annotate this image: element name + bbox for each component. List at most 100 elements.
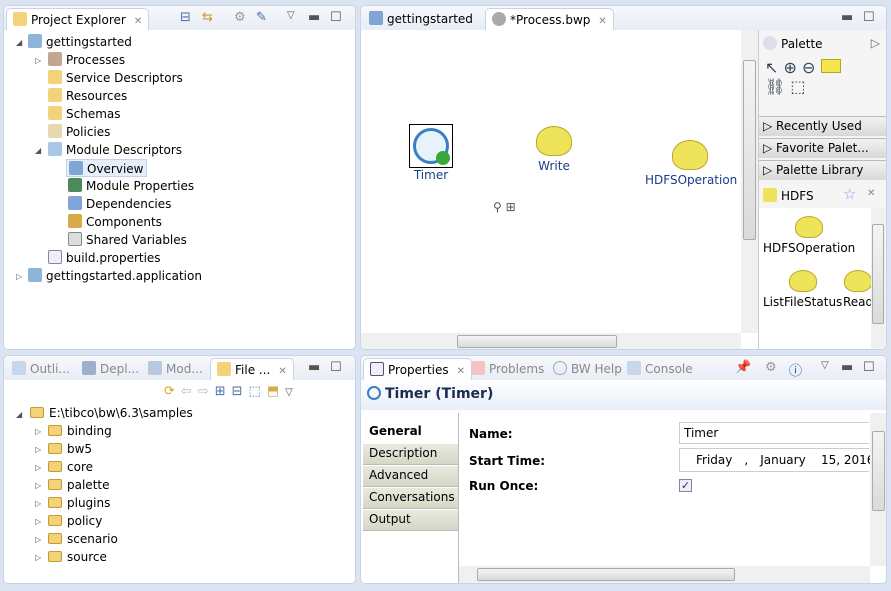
close-icon[interactable]: ✕ (867, 188, 875, 199)
palette-scrollbar[interactable] (871, 208, 885, 348)
activity-timer[interactable]: Timer (405, 124, 457, 182)
link-editor-icon[interactable]: ⇆ (202, 10, 213, 25)
collapse-all-icon[interactable]: ⊟ (180, 10, 191, 25)
select-tool-icon[interactable]: ↖ (765, 58, 778, 77)
drawer-palette-library[interactable]: ▷ Palette Library (759, 160, 886, 180)
activity-hdfsoperation[interactable]: HDFSOperation (645, 140, 737, 187)
zoom-in-icon[interactable]: ⊕ (784, 58, 797, 77)
tree-item-policies[interactable]: Policies (48, 123, 110, 141)
tree-item-dependencies[interactable]: Dependencies (68, 195, 171, 213)
day-field[interactable]: Friday (696, 453, 732, 467)
select-all-icon[interactable]: ⬚ (249, 384, 267, 399)
minimize-icon[interactable]: ▬ (308, 360, 320, 375)
help-icon[interactable]: ⓘ (789, 360, 802, 379)
tab-process-bwp[interactable]: *Process.bwp ✕ (485, 8, 614, 30)
palette-item-read[interactable]: Read (843, 270, 871, 309)
tab-module[interactable]: Mod... (142, 358, 209, 380)
marquee-icon[interactable]: ⬚ (790, 77, 805, 96)
close-icon[interactable]: ✕ (134, 16, 142, 27)
minimize-icon[interactable]: ▬ (841, 360, 853, 375)
view-menu-icon[interactable]: ▽ (287, 10, 295, 21)
collapsed-arrow-icon[interactable]: ▷ (16, 272, 22, 281)
properties-horizontal-scrollbar[interactable] (459, 566, 870, 583)
collapse-all-icon[interactable]: ⊟ (232, 384, 249, 399)
add-transition-icon[interactable]: ⚲ ⊞ (493, 200, 516, 214)
folder-item[interactable]: core (48, 458, 93, 476)
hdfs-group-header[interactable]: HDFS (763, 188, 814, 203)
expanded-arrow-icon[interactable]: ◢ (35, 146, 41, 155)
folder-item[interactable]: policy (48, 512, 102, 530)
collapsed-arrow-icon[interactable]: ▷ (35, 535, 41, 544)
close-icon[interactable]: ✕ (598, 16, 606, 27)
name-input[interactable]: Timer (679, 422, 869, 444)
section-description[interactable]: Description (363, 444, 458, 465)
folder-item[interactable]: plugins (48, 494, 110, 512)
month-field[interactable]: January (760, 453, 806, 467)
tab-deployment[interactable]: Depl... (76, 358, 145, 380)
palette-item-hdfsoperation[interactable]: HDFSOperation (763, 216, 855, 255)
tree-item-module-properties[interactable]: Module Properties (68, 177, 194, 195)
activity-write[interactable]: Write (529, 126, 579, 173)
open-folder-icon[interactable]: ⬒ (267, 384, 285, 399)
tree-item-application[interactable]: gettingstarted.application (28, 267, 202, 285)
collapsed-arrow-icon[interactable]: ▷ (35, 517, 41, 526)
maximize-icon[interactable]: ☐ (330, 10, 342, 25)
tree-item-components[interactable]: Components (68, 213, 162, 231)
flashlight-icon[interactable]: ✎ (256, 10, 267, 25)
properties-vertical-scrollbar[interactable] (870, 413, 886, 566)
folder-item[interactable]: scenario (48, 530, 118, 548)
section-output[interactable]: Output (363, 510, 458, 531)
collapsed-arrow-icon[interactable]: ▷ (35, 56, 41, 65)
folder-item[interactable]: palette (48, 476, 109, 494)
collapsed-arrow-icon[interactable]: ▷ (35, 463, 41, 472)
section-conversations[interactable]: Conversations (363, 488, 458, 509)
tree-item-module-descriptors[interactable]: Module Descriptors (48, 141, 182, 159)
drawer-favorite-palette[interactable]: ▷ Favorite Palet... (759, 138, 886, 158)
folder-root[interactable]: E:\tibco\bw\6.3\samples (30, 404, 193, 422)
canvas-vertical-scrollbar[interactable] (741, 30, 758, 333)
minimize-icon[interactable]: ▬ (308, 10, 320, 25)
view-menu-icon[interactable]: ▽ (285, 387, 299, 398)
tree-item-build-properties[interactable]: build.properties (48, 249, 161, 267)
tab-console[interactable]: Console (621, 358, 699, 380)
tab-outline[interactable]: Outli... (6, 358, 76, 380)
drawer-recently-used[interactable]: ▷ Recently Used (759, 116, 886, 136)
canvas-horizontal-scrollbar[interactable] (361, 333, 741, 349)
collapse-palette-icon[interactable]: ▷ (871, 36, 880, 50)
tab-problems[interactable]: Problems (465, 358, 550, 380)
collapsed-arrow-icon[interactable]: ▷ (35, 427, 41, 436)
collapsed-arrow-icon[interactable]: ▷ (35, 481, 41, 490)
tree-item-shared-variables[interactable]: Shared Variables (68, 231, 187, 249)
settings-icon[interactable]: ⚙ (765, 360, 777, 375)
folder-item[interactable]: source (48, 548, 107, 566)
tree-item-service-descriptors[interactable]: Service Descriptors (48, 69, 183, 87)
settings-icon[interactable]: ⚙ (234, 10, 246, 25)
maximize-icon[interactable]: ☐ (863, 360, 875, 375)
minimize-icon[interactable]: ▬ (841, 10, 853, 25)
collapsed-arrow-icon[interactable]: ▷ (35, 499, 41, 508)
forward-icon[interactable]: ⇨ (198, 384, 215, 399)
section-advanced[interactable]: Advanced (363, 466, 458, 487)
tab-file-explorer[interactable]: File ... ✕ (210, 358, 294, 380)
expanded-arrow-icon[interactable]: ◢ (16, 38, 22, 47)
start-time-picker[interactable]: Friday,January 15, 2016 ▦ (679, 448, 886, 472)
pin-icon[interactable]: 📌 (735, 360, 751, 375)
section-general[interactable]: General (363, 422, 458, 443)
tree-item-overview[interactable]: Overview (66, 159, 147, 177)
tab-project-explorer[interactable]: Project Explorer ✕ (6, 8, 150, 30)
tree-item-resources[interactable]: Resources (48, 87, 127, 105)
collapsed-arrow-icon[interactable]: ▷ (35, 445, 41, 454)
maximize-icon[interactable]: ☐ (330, 360, 342, 375)
expand-all-icon[interactable]: ⊞ (215, 384, 232, 399)
palette-item-listfilestatus[interactable]: ListFileStatus (763, 270, 842, 309)
tab-bw-help[interactable]: BW Help (547, 358, 628, 380)
close-icon[interactable]: ✕ (457, 366, 465, 377)
tab-gettingstarted[interactable]: gettingstarted (363, 8, 479, 30)
date-year-field[interactable]: 15, 2016 (821, 453, 874, 467)
refresh-icon[interactable]: ⟳ (164, 384, 181, 399)
expanded-arrow-icon[interactable]: ◢ (16, 410, 22, 419)
view-menu-icon[interactable]: ▽ (821, 360, 829, 371)
favorite-star-icon[interactable]: ☆ (843, 185, 856, 203)
maximize-icon[interactable]: ☐ (863, 10, 875, 25)
zoom-out-icon[interactable]: ⊖ (802, 58, 815, 77)
